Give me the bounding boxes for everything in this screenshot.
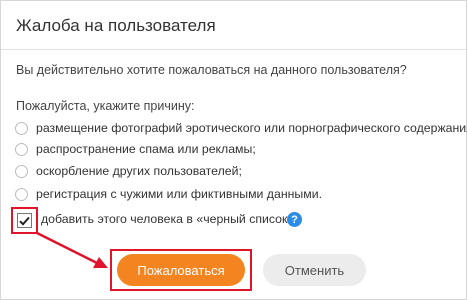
reason-option-fake-data[interactable]: регистрация с чужими или фиктивными данн…: [15, 186, 322, 202]
reason-option-spam[interactable]: распространение спама или рекламы;: [15, 141, 256, 157]
complaint-dialog: Жалоба на пользователя Вы действительно …: [0, 0, 467, 300]
title-divider: [1, 49, 466, 50]
submit-complaint-button[interactable]: Пожаловаться: [117, 254, 245, 286]
reason-label: оскорбление других пользователей;: [36, 164, 242, 178]
reason-label: регистрация с чужими или фиктивными данн…: [36, 187, 322, 201]
blacklist-label[interactable]: добавить этого человека в «черный список…: [41, 212, 294, 226]
radio-icon[interactable]: [15, 142, 28, 156]
checkbox-highlight-frame: [11, 207, 38, 234]
radio-icon[interactable]: [15, 164, 28, 178]
reason-label: распространение спама или рекламы;: [36, 142, 256, 156]
radio-icon[interactable]: [15, 121, 28, 135]
help-icon[interactable]: ?: [287, 212, 302, 227]
radio-icon[interactable]: [15, 187, 28, 201]
cancel-button[interactable]: Отменить: [263, 254, 366, 286]
reason-label: размещение фотографий эротического или п…: [36, 121, 467, 135]
reason-option-erotic[interactable]: размещение фотографий эротического или п…: [15, 120, 467, 136]
dialog-title: Жалоба на пользователя: [16, 16, 216, 35]
blacklist-checkbox[interactable]: [17, 213, 32, 228]
confirm-question: Вы действительно хотите пожаловаться на …: [16, 63, 407, 77]
reason-heading: Пожалуйста, укажите причину:: [16, 99, 195, 113]
checkbox-checked-icon: [19, 216, 30, 226]
reason-option-insult[interactable]: оскорбление других пользователей;: [15, 163, 242, 179]
